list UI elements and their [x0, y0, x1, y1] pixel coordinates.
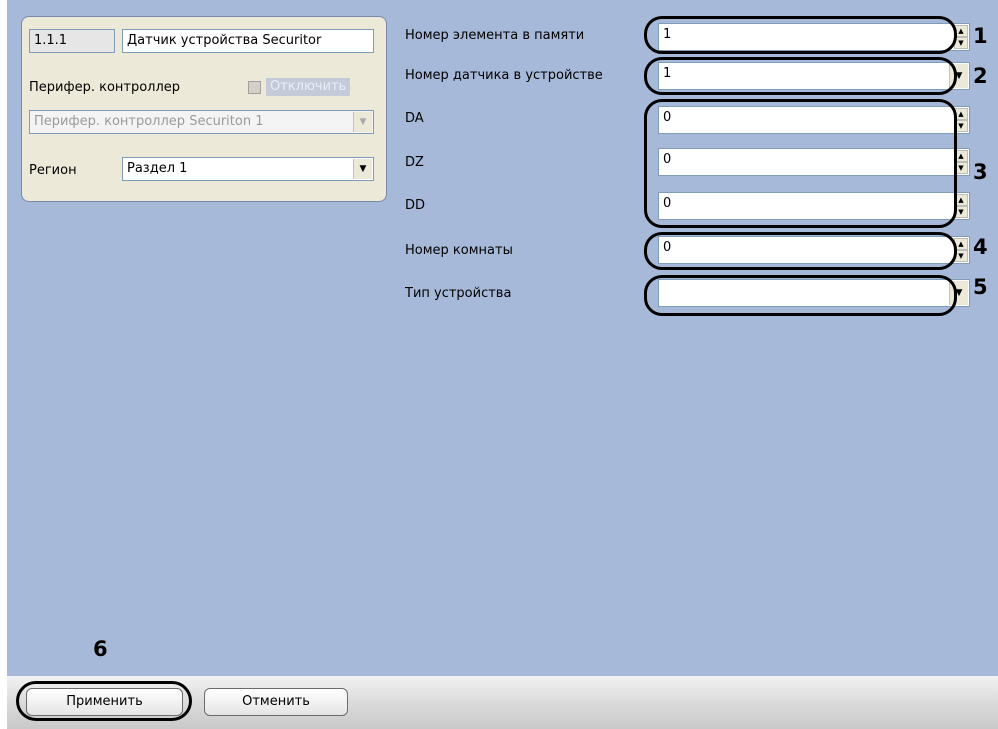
sensor-number-label: Номер датчика в устройстве: [405, 68, 603, 83]
spin-down-icon[interactable]: ▼: [954, 250, 968, 262]
spin-buttons[interactable]: ▲ ▼: [954, 108, 968, 132]
spin-down-icon[interactable]: ▼: [954, 162, 968, 174]
memory-number-input[interactable]: 1 ▲ ▼: [658, 23, 970, 51]
controller-select: Перифер. контроллер Securiton 1 ▼: [29, 110, 374, 134]
sensor-number-select[interactable]: 1 ▼: [658, 62, 970, 90]
spin-buttons[interactable]: ▲ ▼: [954, 238, 968, 262]
da-value: 0: [663, 110, 672, 125]
spin-up-icon[interactable]: ▲: [954, 25, 968, 37]
spin-down-icon[interactable]: ▼: [954, 37, 968, 49]
dd-value: 0: [663, 196, 672, 211]
spin-buttons[interactable]: ▲ ▼: [954, 150, 968, 174]
object-id-field: 1.1.1: [29, 29, 115, 53]
room-number-value: 0: [663, 240, 672, 255]
dd-label: DD: [405, 198, 426, 213]
dz-label: DZ: [405, 155, 424, 170]
object-groupbox: 1.1.1 Датчик устройства Securitor Перифе…: [21, 16, 387, 202]
dz-value: 0: [663, 152, 672, 167]
dz-input[interactable]: 0 ▲ ▼: [658, 148, 970, 176]
disable-label: Отключить: [266, 78, 351, 96]
chevron-down-icon[interactable]: ▼: [353, 159, 372, 179]
callout-number-2: 2: [973, 64, 988, 88]
disable-checkbox[interactable]: [248, 81, 261, 94]
memory-number-label: Номер элемента в памяти: [405, 28, 585, 43]
device-type-label: Тип устройства: [405, 286, 512, 301]
dd-input[interactable]: 0 ▲ ▼: [658, 192, 970, 220]
callout-number-6: 6: [93, 637, 108, 661]
chevron-down-icon[interactable]: ▼: [949, 281, 968, 305]
region-select[interactable]: Раздел 1 ▼: [122, 157, 374, 181]
spin-down-icon[interactable]: ▼: [954, 206, 968, 218]
spin-up-icon[interactable]: ▲: [954, 238, 968, 250]
spin-buttons[interactable]: ▲ ▼: [954, 194, 968, 218]
chevron-down-icon: ▼: [353, 112, 372, 132]
sensor-number-value: 1: [663, 66, 672, 81]
region-select-value: Раздел 1: [127, 161, 188, 176]
spin-up-icon[interactable]: ▲: [954, 194, 968, 206]
spin-down-icon[interactable]: ▼: [954, 120, 968, 132]
chevron-down-icon[interactable]: ▼: [949, 64, 968, 88]
da-input[interactable]: 0 ▲ ▼: [658, 106, 970, 134]
device-type-select[interactable]: ▼: [658, 279, 970, 307]
spin-buttons[interactable]: ▲ ▼: [954, 25, 968, 49]
controller-select-value: Перифер. контроллер Securiton 1: [34, 114, 264, 129]
apply-button[interactable]: Применить: [26, 688, 183, 716]
callout-number-5: 5: [973, 275, 988, 299]
button-bar: Применить Отменить: [7, 676, 998, 729]
spin-up-icon[interactable]: ▲: [954, 108, 968, 120]
callout-number-4: 4: [973, 235, 988, 259]
room-number-label: Номер комнаты: [405, 243, 513, 258]
memory-number-value: 1: [663, 27, 672, 42]
controller-label: Перифер. контроллер: [29, 80, 181, 95]
room-number-input[interactable]: 0 ▲ ▼: [658, 236, 970, 264]
cancel-button[interactable]: Отменить: [204, 688, 348, 716]
settings-panel: 1.1.1 Датчик устройства Securitor Перифе…: [7, 0, 998, 676]
object-name-field[interactable]: Датчик устройства Securitor: [122, 29, 374, 53]
callout-number-3: 3: [973, 160, 988, 184]
da-label: DA: [405, 111, 424, 126]
spin-up-icon[interactable]: ▲: [954, 150, 968, 162]
callout-number-1: 1: [973, 24, 988, 48]
region-label: Регион: [29, 163, 77, 178]
